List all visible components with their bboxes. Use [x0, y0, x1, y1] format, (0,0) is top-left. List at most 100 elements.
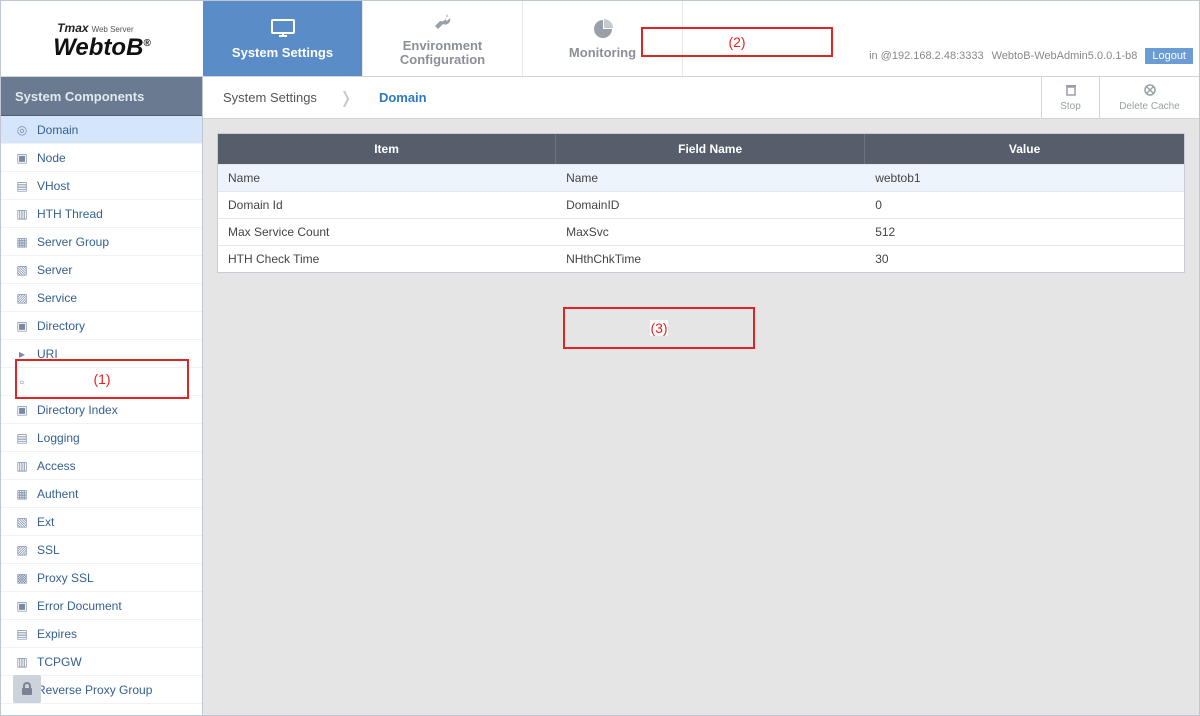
sidebar-item-blank[interactable]: ▫	[1, 368, 202, 396]
ssl-icon: ▨	[15, 543, 29, 557]
sidebar-item-uri[interactable]: ▸ URI	[1, 340, 202, 368]
expires-icon: ▤	[15, 627, 29, 641]
table-row[interactable]: Domain Id DomainID 0	[218, 191, 1184, 218]
sidebar-item-authent[interactable]: ▦Authent	[1, 480, 202, 508]
sidebar-item-label: Domain	[37, 123, 78, 137]
sidebar-item-label: HTH Thread	[37, 207, 103, 221]
sidebar-item-server-group[interactable]: ▦ Server Group	[1, 228, 202, 256]
server-icon: ▧	[15, 263, 29, 277]
sidebar-item-expires[interactable]: ▤Expires	[1, 620, 202, 648]
vhost-icon: ▤	[15, 179, 29, 193]
properties-table: Item Field Name Value Name Name webtob1 …	[217, 133, 1185, 273]
sidebar-item-directory-index[interactable]: ▣Directory Index	[1, 396, 202, 424]
chevron-right-icon: ❭	[335, 88, 357, 108]
pie-icon	[590, 18, 616, 40]
sidebar-item-hth-thread[interactable]: ▥ HTH Thread	[1, 200, 202, 228]
sidebar-item-label: VHost	[37, 179, 70, 193]
sidebar-item-domain[interactable]: ◎ Domain	[1, 116, 202, 144]
sidebar-item-error-document[interactable]: ▣Error Document	[1, 592, 202, 620]
sidebar-item-service[interactable]: ▨Service	[1, 284, 202, 312]
top-tabs: System Settings Environment Configuratio…	[203, 1, 683, 76]
table-row[interactable]: Name Name webtob1	[218, 164, 1184, 191]
delete-cache-button[interactable]: Delete Cache	[1099, 77, 1199, 118]
sidebar-item-label: Directory	[37, 319, 85, 333]
tab-monitoring[interactable]: Monitoring	[523, 1, 683, 76]
sidebar-item-label: TCPGW	[37, 655, 82, 669]
logging-icon: ▤	[15, 431, 29, 445]
cell-item: Domain Id	[218, 192, 556, 218]
auth-icon: ▦	[15, 487, 29, 501]
delete-cache-icon	[1143, 83, 1157, 99]
main-area: System Settings ❭ Domain Stop Delete Cac…	[203, 77, 1199, 715]
sidebar-item-vhost[interactable]: ▤ VHost	[1, 172, 202, 200]
header-status: in @192.168.2.48:3333 WebtoB-WebAdmin5.0…	[869, 48, 1193, 64]
uri-icon: ▸	[15, 347, 29, 361]
cell-item: Name	[218, 165, 556, 191]
sidebar-item-logging[interactable]: ▤ Logging	[1, 424, 202, 452]
server-group-icon: ▦	[15, 235, 29, 249]
breadcrumb-bar: System Settings ❭ Domain Stop Delete Cac…	[203, 77, 1199, 119]
logout-button[interactable]: Logout	[1145, 48, 1193, 64]
sidebar-item-label: Ext	[37, 515, 54, 529]
error-doc-icon: ▣	[15, 599, 29, 613]
cell-value: 30	[865, 246, 1184, 272]
tab-label: Monitoring	[569, 46, 636, 60]
breadcrumb-root[interactable]: System Settings	[219, 82, 335, 113]
sidebar-item-label: Server	[37, 263, 72, 277]
table-row[interactable]: Max Service Count MaxSvc 512	[218, 218, 1184, 245]
tab-system-settings[interactable]: System Settings	[203, 1, 363, 76]
sidebar-item-label: Logging	[37, 431, 80, 445]
top-bar: Tmax Web Server WebtoB® System Settings E…	[1, 1, 1199, 77]
sidebar-item-node[interactable]: ▣ Node	[1, 144, 202, 172]
cell-value: 512	[865, 219, 1184, 245]
sidebar-item-label: Node	[37, 151, 66, 165]
lock-icon[interactable]	[13, 675, 41, 703]
monitor-icon	[270, 18, 296, 40]
logo-brand: Tmax	[57, 21, 88, 35]
login-host: in @192.168.2.48:3333	[869, 50, 984, 62]
tcpgw-icon: ▥	[15, 655, 29, 669]
cell-field: DomainID	[556, 192, 865, 218]
cell-item: Max Service Count	[218, 219, 556, 245]
sidebar-item-tcpgw[interactable]: ▥ TCPGW	[1, 648, 202, 676]
sidebar-item-proxy-ssl[interactable]: ▩ Proxy SSL	[1, 564, 202, 592]
tab-label: System Settings	[232, 46, 333, 60]
breadcrumb-current: Domain	[357, 82, 445, 113]
sidebar-item-ext[interactable]: ▧Ext	[1, 508, 202, 536]
table-row[interactable]: HTH Check Time NHthChkTime 30	[218, 245, 1184, 272]
sidebar-item-label: Directory Index	[37, 403, 118, 417]
sidebar-item-label: Server Group	[37, 235, 109, 249]
node-icon: ▣	[15, 151, 29, 165]
trash-icon	[1064, 83, 1078, 99]
app-version: WebtoB-WebAdmin5.0.0.1-b8	[992, 50, 1138, 62]
sidebar-item-label: URI	[37, 347, 58, 361]
tab-label: Environment Configuration	[363, 39, 522, 67]
blank-icon: ▫	[15, 375, 29, 389]
logo-product: WebtoB	[53, 34, 143, 61]
sidebar-item-ssl[interactable]: ▨ SSL	[1, 536, 202, 564]
logo-reg: ®	[143, 38, 150, 49]
cell-value: webtob1	[865, 165, 1184, 191]
sidebar-title: System Components	[1, 77, 202, 115]
stop-button[interactable]: Stop	[1041, 77, 1099, 118]
wrench-icon	[430, 11, 456, 33]
sidebar-item-server[interactable]: ▧ Server	[1, 256, 202, 284]
cell-value: 0	[865, 192, 1184, 218]
sidebar-item-label: SSL	[37, 543, 60, 557]
logo-subtitle: Web Server	[92, 25, 134, 34]
col-item: Item	[218, 134, 556, 164]
sidebar-item-directory[interactable]: ▣Directory	[1, 312, 202, 340]
sidebar-body: ◎ Domain ▣ Node ▤ VHost ▥ HTH Thread ▦ Server…	[1, 115, 202, 715]
access-icon: ▥	[15, 459, 29, 473]
domain-icon: ◎	[15, 123, 29, 137]
tab-environment-config[interactable]: Environment Configuration	[363, 1, 523, 76]
action-label: Stop	[1060, 101, 1081, 112]
sidebar-item-label: Proxy SSL	[37, 571, 94, 585]
proxy-ssl-icon: ▩	[15, 571, 29, 585]
sidebar-item-access[interactable]: ▥Access	[1, 452, 202, 480]
thread-icon: ▥	[15, 207, 29, 221]
sidebar-item-label: Service	[37, 291, 77, 305]
cell-field: Name	[556, 165, 865, 191]
page-actions: Stop Delete Cache	[1041, 77, 1199, 118]
table-header: Item Field Name Value	[218, 134, 1184, 164]
